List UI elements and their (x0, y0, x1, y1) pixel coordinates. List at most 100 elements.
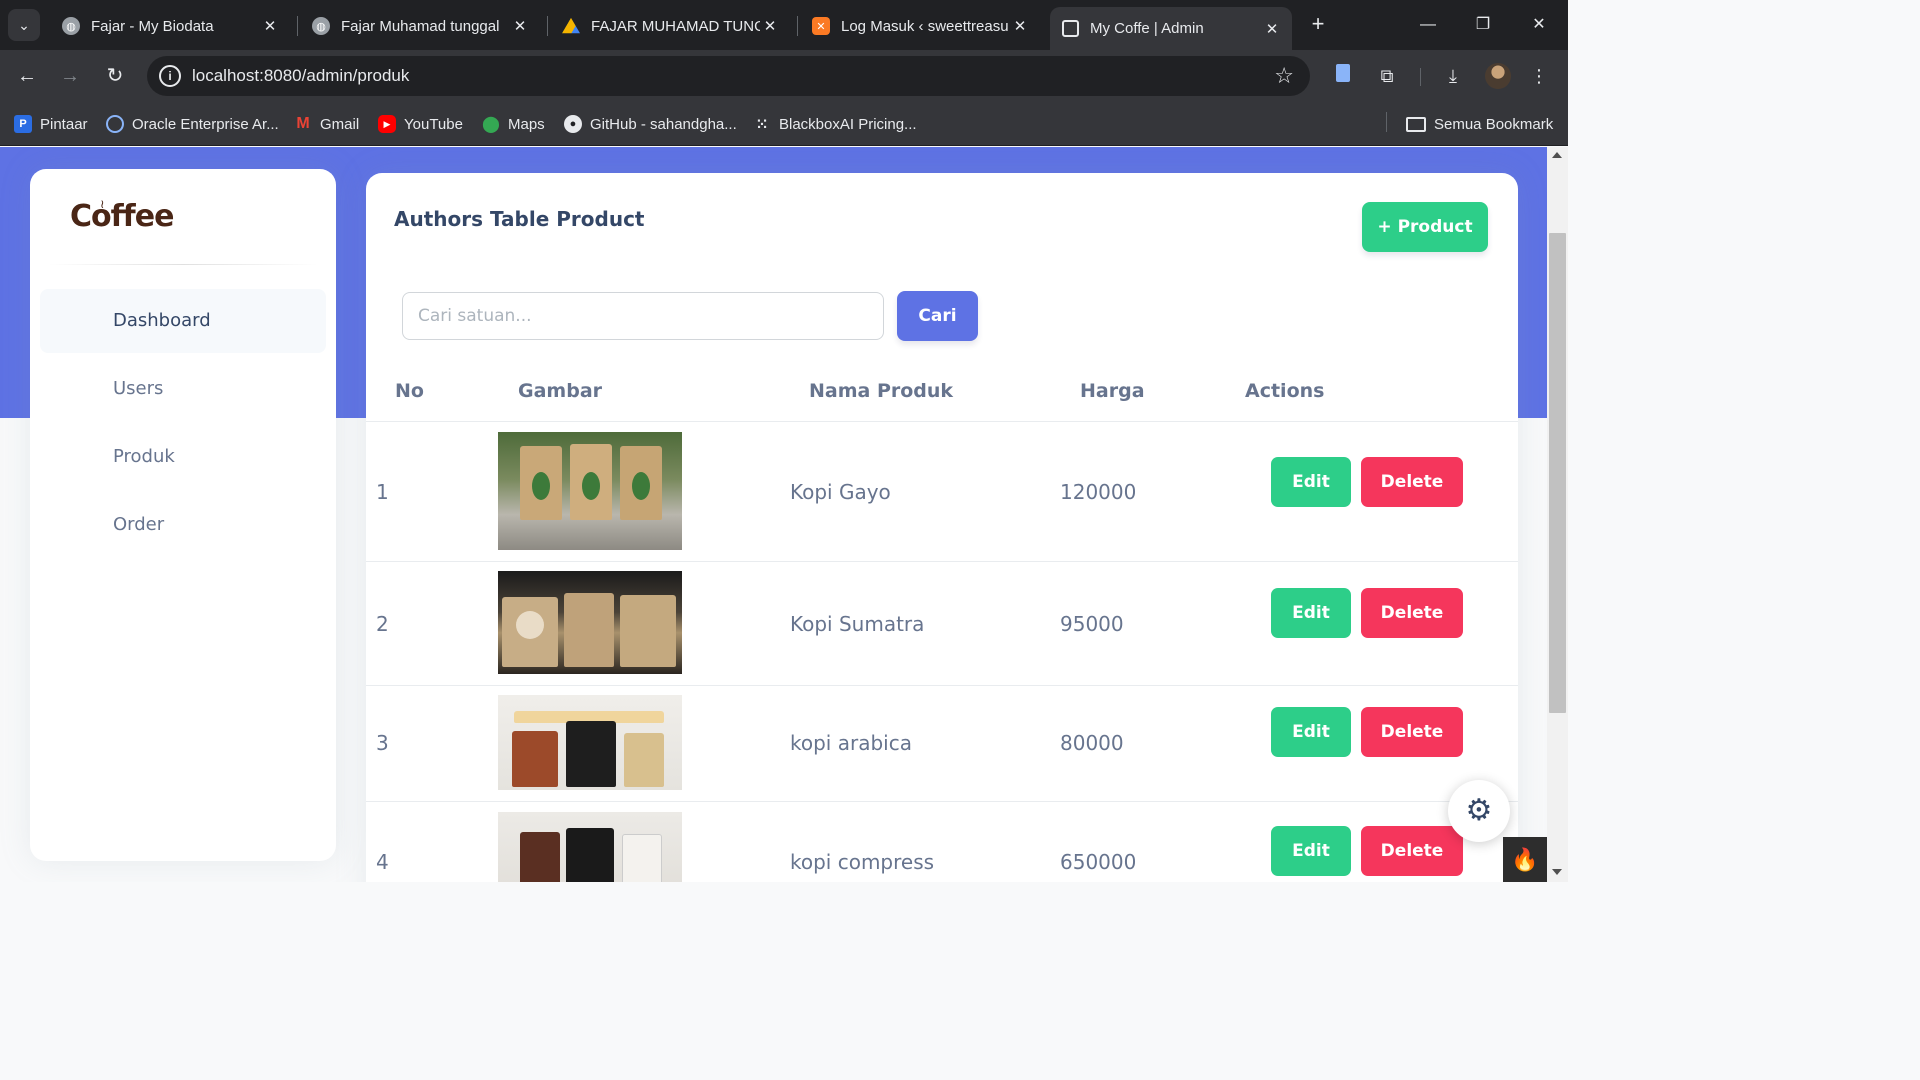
close-tab-icon[interactable]: ✕ (1262, 20, 1282, 38)
bookmark-item[interactable]: P Pintaar (14, 113, 88, 135)
sidebar-divider (48, 264, 318, 265)
column-header-actions: Actions (1245, 380, 1325, 402)
close-tab-icon[interactable]: ✕ (1010, 17, 1030, 35)
extension-doc-icon[interactable] (1330, 63, 1356, 89)
browser-toolbar: ← → ↻ i localhost:8080/admin/produk ☆ ⧉ … (0, 50, 1568, 102)
product-price: 120000 (1060, 480, 1137, 504)
edit-button[interactable]: Edit (1271, 826, 1351, 876)
table-row: 2 Kopi Sumatra 95000 Edit Delete (366, 562, 1518, 686)
product-table-card: Authors Table Product + Product Cari No … (366, 173, 1518, 882)
product-name: Kopi Gayo (790, 480, 891, 504)
back-icon[interactable]: ← (13, 62, 41, 90)
add-product-button[interactable]: + Product (1362, 202, 1488, 252)
sidebar-item-label: Users (113, 378, 164, 399)
delete-button[interactable]: Delete (1361, 826, 1463, 876)
edit-button[interactable]: Edit (1271, 588, 1351, 638)
tab-search-chevron-icon[interactable]: ⌄ (8, 9, 40, 41)
product-name: Kopi Sumatra (790, 612, 925, 636)
browser-tab[interactable]: ✕ Log Masuk ‹ sweettreasu ✕ (800, 8, 1040, 44)
bookmark-label: Oracle Enterprise Ar... (132, 115, 279, 133)
tab-title: FAJAR MUHAMAD TUNG (591, 17, 760, 35)
bookmark-item[interactable]: Oracle Enterprise Ar... (106, 113, 279, 135)
edit-button[interactable]: Edit (1271, 707, 1351, 757)
close-tab-icon[interactable]: ✕ (510, 17, 530, 35)
product-name: kopi arabica (790, 731, 912, 755)
row-number: 3 (376, 731, 389, 755)
product-price: 95000 (1060, 612, 1124, 636)
column-header-price: Harga (1080, 380, 1145, 402)
download-icon[interactable]: ⤓ (1440, 63, 1466, 89)
delete-button[interactable]: Delete (1361, 707, 1463, 757)
bookmark-item[interactable]: ⬤ Maps (482, 113, 545, 135)
sidebar-item-users[interactable]: Users (40, 357, 326, 421)
menu-kebab-icon[interactable]: ⋮ (1526, 63, 1552, 89)
close-window-icon[interactable]: ✕ (1524, 12, 1554, 38)
new-tab-icon[interactable]: + (1306, 12, 1330, 36)
tab-separator (547, 16, 548, 36)
gmail-icon: M (296, 115, 310, 132)
sidebar-item-label: Produk (113, 446, 175, 467)
sidebar-item-order[interactable]: Order (40, 493, 326, 557)
scrollbar-thumb[interactable] (1549, 233, 1566, 713)
table-row: 4 kopi compress 650000 Edit Delete (366, 802, 1518, 882)
bookmark-item[interactable]: ● GitHub - sahandgha... (564, 113, 737, 135)
tab-title: Fajar - My Biodata (91, 17, 214, 35)
url-text[interactable]: localhost:8080/admin/produk (192, 66, 409, 86)
all-bookmarks[interactable]: Semua Bookmark (1406, 113, 1553, 135)
browser-tab-active[interactable]: My Coffe | Admin ✕ (1050, 7, 1292, 50)
brand-logo[interactable]: Coffee (70, 199, 174, 234)
reload-icon[interactable]: ↻ (101, 62, 129, 90)
tab-title: Fajar Muhamad tunggal (341, 17, 500, 35)
address-bar[interactable]: i localhost:8080/admin/produk ☆ (147, 56, 1310, 96)
toolbar-divider (1420, 68, 1421, 86)
bookmark-item[interactable]: ⁙ BlackboxAI Pricing... (753, 113, 916, 135)
search-button[interactable]: Cari (897, 291, 978, 341)
settings-gear-icon[interactable]: ⚙ (1448, 780, 1510, 842)
bookmark-star-icon[interactable]: ☆ (1274, 63, 1294, 89)
browser-tab[interactable]: ◍ Fajar Muhamad tunggal ✕ (300, 8, 540, 44)
bookmark-label: Maps (508, 115, 545, 133)
extensions-puzzle-icon[interactable]: ⧉ (1374, 63, 1400, 89)
coffee-steam-icon: ≀ (100, 197, 105, 211)
sidebar-item-dashboard[interactable]: Dashboard (40, 289, 326, 353)
flame-icon[interactable]: 🔥 (1503, 837, 1547, 882)
scroll-up-arrow-icon[interactable] (1552, 152, 1562, 158)
bookmark-item[interactable]: ▶ YouTube (378, 113, 463, 135)
product-image (498, 812, 682, 882)
site-info-icon[interactable]: i (159, 65, 181, 87)
sidebar-item-label: Dashboard (113, 310, 211, 331)
close-tab-icon[interactable]: ✕ (760, 17, 780, 35)
restore-icon[interactable]: ❐ (1468, 12, 1498, 38)
bookmarks-bar: P Pintaar Oracle Enterprise Ar... M Gmai… (0, 102, 1568, 146)
row-number: 2 (376, 612, 389, 636)
bookmark-label: Pintaar (40, 115, 88, 133)
close-tab-icon[interactable]: ✕ (260, 17, 280, 35)
delete-button[interactable]: Delete (1361, 588, 1463, 638)
bookmark-label: Gmail (320, 115, 360, 133)
column-header-no: No (395, 380, 424, 402)
google-drive-icon (562, 17, 580, 34)
browser-tab[interactable]: FAJAR MUHAMAD TUNG ✕ (550, 8, 790, 44)
scroll-down-arrow-icon[interactable] (1552, 869, 1562, 875)
tab-separator (297, 16, 298, 36)
xampp-icon: ✕ (812, 17, 830, 35)
forward-icon[interactable]: → (56, 62, 84, 90)
search-input[interactable] (402, 292, 884, 340)
page-title: Authors Table Product (394, 207, 645, 231)
bookmarks-divider (1386, 112, 1387, 132)
profile-avatar[interactable] (1485, 63, 1511, 89)
sidebar-item-produk[interactable]: Produk (40, 425, 326, 489)
bookmark-item[interactable]: M Gmail (294, 113, 359, 135)
sidebar-item-label: Order (113, 514, 165, 535)
blackbox-icon: ⁙ (756, 115, 768, 132)
folder-icon (1406, 116, 1426, 132)
product-image (498, 571, 682, 674)
minimize-icon[interactable]: — (1413, 12, 1443, 38)
edit-button[interactable]: Edit (1271, 457, 1351, 507)
browser-tab[interactable]: ◍ Fajar - My Biodata ✕ (50, 8, 290, 44)
tab-title: My Coffe | Admin (1090, 20, 1204, 37)
github-icon: ● (564, 115, 582, 133)
delete-button[interactable]: Delete (1361, 457, 1463, 507)
page-scrollbar[interactable] (1547, 147, 1568, 882)
logo-text: Coffee (70, 199, 174, 234)
